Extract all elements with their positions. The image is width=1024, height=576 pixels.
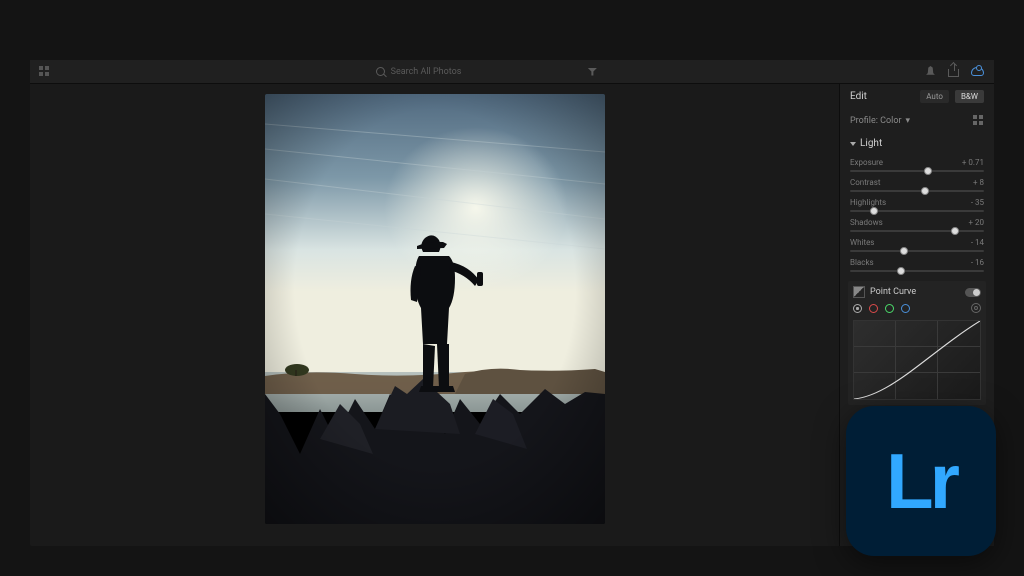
target-adjust-icon[interactable] xyxy=(971,303,981,313)
point-curve-label: Point Curve xyxy=(870,287,916,297)
view-toggle[interactable] xyxy=(30,66,58,77)
tone-curve[interactable] xyxy=(853,320,981,400)
photo-preview xyxy=(265,94,605,524)
slider-track[interactable] xyxy=(850,270,984,272)
sliders-group: Exposure + 0.71 Contrast + 8 Highlights - 35 S… xyxy=(840,155,994,275)
lightroom-logo: Lr xyxy=(846,406,996,556)
slider-thumb[interactable] xyxy=(924,167,932,175)
topbar-actions xyxy=(915,66,994,77)
slider-thumb[interactable] xyxy=(870,207,878,215)
slider-label: Exposure xyxy=(850,158,883,167)
chevron-down-icon: ▾ xyxy=(906,116,911,126)
light-section-label: Light xyxy=(860,138,882,149)
panel-title: Edit xyxy=(850,91,867,102)
slider-label: Blacks xyxy=(850,258,874,267)
slider-value: - 35 xyxy=(971,198,984,207)
slider-label: Contrast xyxy=(850,178,880,187)
slider-thumb[interactable] xyxy=(900,247,908,255)
auto-button[interactable]: Auto xyxy=(920,90,949,103)
slider-track[interactable] xyxy=(850,210,984,212)
share-icon[interactable] xyxy=(948,69,959,77)
grid-icon xyxy=(39,66,50,77)
slider-exposure[interactable]: Exposure + 0.71 xyxy=(840,155,994,175)
channel-blue[interactable] xyxy=(901,304,910,313)
slider-value: - 16 xyxy=(971,258,984,267)
search-bar[interactable]: Search All Photos xyxy=(58,67,915,77)
slider-label: Shadows xyxy=(850,218,883,227)
slider-whites[interactable]: Whites - 14 xyxy=(840,235,994,255)
slider-blacks[interactable]: Blacks - 16 xyxy=(840,255,994,275)
profile-selector[interactable]: Profile: Color ▾ xyxy=(840,109,994,132)
slider-highlights[interactable]: Highlights - 35 xyxy=(840,195,994,215)
channel-red[interactable] xyxy=(869,304,878,313)
curve-toggle[interactable] xyxy=(965,288,981,297)
slider-value: - 14 xyxy=(971,238,984,247)
slider-label: Highlights xyxy=(850,198,886,207)
slider-value: + 8 xyxy=(973,178,984,187)
chevron-down-icon xyxy=(850,142,856,146)
slider-contrast[interactable]: Contrast + 8 xyxy=(840,175,994,195)
panel-header: Edit Auto B&W xyxy=(840,84,994,109)
point-curve-block: Point Curve xyxy=(848,281,986,405)
cloud-sync-icon[interactable] xyxy=(971,67,984,76)
slider-shadows[interactable]: Shadows + 20 xyxy=(840,215,994,235)
slider-track[interactable] xyxy=(850,230,984,232)
bell-icon[interactable] xyxy=(925,66,936,77)
channel-all[interactable] xyxy=(853,304,862,313)
slider-track[interactable] xyxy=(850,190,984,192)
slider-value: + 20 xyxy=(968,218,984,227)
light-section-header[interactable]: Light xyxy=(840,132,994,155)
search-icon xyxy=(376,67,385,76)
profile-label: Profile: Color xyxy=(850,116,902,126)
slider-thumb[interactable] xyxy=(951,227,959,235)
search-placeholder: Search All Photos xyxy=(391,67,462,77)
bw-button[interactable]: B&W xyxy=(955,90,984,103)
curve-icon xyxy=(853,286,865,298)
top-bar: Search All Photos xyxy=(30,60,994,84)
slider-label: Whites xyxy=(850,238,874,247)
profile-browser-icon[interactable] xyxy=(973,115,984,126)
slider-track[interactable] xyxy=(850,250,984,252)
slider-value: + 0.71 xyxy=(962,158,984,167)
point-curve-header[interactable]: Point Curve xyxy=(853,286,981,298)
slider-thumb[interactable] xyxy=(897,267,905,275)
curve-channel-row xyxy=(853,298,981,318)
filter-icon[interactable] xyxy=(587,68,597,76)
lightroom-logo-text: Lr xyxy=(886,436,956,527)
slider-thumb[interactable] xyxy=(921,187,929,195)
channel-green[interactable] xyxy=(885,304,894,313)
slider-track[interactable] xyxy=(850,170,984,172)
photo-canvas[interactable] xyxy=(30,84,839,546)
